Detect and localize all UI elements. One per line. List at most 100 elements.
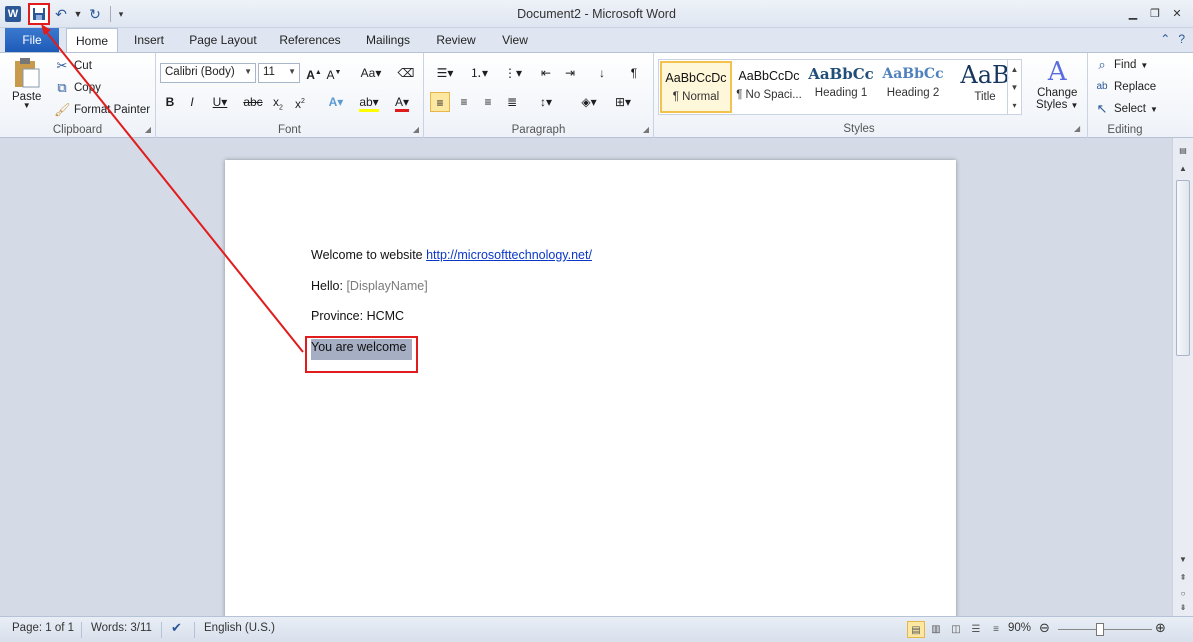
tab-view[interactable]: View xyxy=(494,28,536,52)
sort-button[interactable]: ↓ xyxy=(592,63,612,83)
proofing-icon[interactable]: ✔ xyxy=(171,620,182,636)
document-line-1[interactable]: Welcome to website http://microsofttechn… xyxy=(311,248,592,262)
zoom-level[interactable]: 90% xyxy=(1008,622,1031,634)
dialog-launcher-icon[interactable]: ◢ xyxy=(413,125,419,134)
paste-button[interactable]: Paste ▼ xyxy=(12,57,41,110)
browse-object-icon[interactable]: ○ xyxy=(1176,587,1190,601)
grow-font-button[interactable]: A▲ xyxy=(304,63,324,83)
display-name-field[interactable]: [DisplayName] xyxy=(346,279,427,293)
previous-page-icon[interactable]: ⇞ xyxy=(1176,571,1190,585)
text-effects-button[interactable]: A▾ xyxy=(322,92,350,112)
outline-icon: ☰ xyxy=(971,624,981,635)
line-spacing-button[interactable]: ↕▾ xyxy=(532,92,560,112)
more-styles-icon[interactable]: ▾ xyxy=(1012,101,1016,110)
tab-insert[interactable]: Insert xyxy=(126,28,172,52)
show-hide-marks-button[interactable]: ¶ xyxy=(624,63,644,83)
bullets-button[interactable]: ☰▾ xyxy=(430,63,460,83)
strikethrough-button[interactable]: abc xyxy=(242,92,264,112)
align-right-button[interactable]: ≡ xyxy=(478,92,498,112)
shrink-font-button[interactable]: A▼ xyxy=(324,63,344,83)
subscript-button[interactable]: x2 xyxy=(268,92,288,112)
zoom-slider-thumb[interactable] xyxy=(1096,623,1104,636)
style-heading-1[interactable]: AaBbCc Heading 1 xyxy=(805,61,877,113)
web-layout-button[interactable]: ◫ xyxy=(947,621,965,638)
chevron-up-icon[interactable]: ▲ xyxy=(1011,65,1019,74)
font-family-select[interactable]: Calibri (Body) ▼ xyxy=(160,63,256,83)
zoom-slider-track[interactable] xyxy=(1058,629,1152,630)
shading-button[interactable]: ◈▾ xyxy=(574,92,604,112)
font-size-select[interactable]: 11 ▼ xyxy=(258,63,300,83)
zoom-out-icon[interactable]: ⊖ xyxy=(1039,620,1050,636)
change-styles-button[interactable]: A Change Styles ▼ xyxy=(1036,57,1078,111)
cut-button[interactable]: ✂ Cut xyxy=(54,58,92,74)
print-layout-view-button[interactable]: ▤ xyxy=(907,621,925,638)
restore-button[interactable]: ❐ xyxy=(1147,5,1163,21)
style-no-spacing[interactable]: AaBbCcDc ¶ No Spaci... xyxy=(733,61,805,113)
align-center-button[interactable]: ≡ xyxy=(454,92,474,112)
draft-view-button[interactable]: ≡ xyxy=(987,621,1005,638)
bold-button[interactable]: B xyxy=(160,92,180,112)
increase-indent-button[interactable]: ⇥ xyxy=(560,63,580,83)
window-title: Document2 - Microsoft Word xyxy=(517,7,676,21)
find-button[interactable]: ⌕ Find ▼ xyxy=(1094,57,1148,73)
highlight-button[interactable]: ab▾ xyxy=(354,92,384,112)
style-normal[interactable]: AaBbCcDc ¶ Normal xyxy=(660,61,732,113)
word-count[interactable]: Words: 3/11 xyxy=(91,622,152,634)
decrease-indent-button[interactable]: ⇤ xyxy=(536,63,556,83)
document-page[interactable]: Welcome to website http://microsofttechn… xyxy=(225,160,956,616)
dialog-launcher-icon[interactable]: ◢ xyxy=(1074,124,1080,133)
outline-view-button[interactable]: ☰ xyxy=(967,621,985,638)
multilevel-list-button[interactable]: ⋮▾ xyxy=(498,63,528,83)
next-page-icon[interactable]: ⇟ xyxy=(1176,601,1190,615)
zoom-in-icon[interactable]: ⊕ xyxy=(1155,620,1166,636)
minimize-button[interactable]: ▁ xyxy=(1125,5,1141,21)
status-divider xyxy=(81,622,82,638)
select-button[interactable]: ↖ Select ▼ xyxy=(1094,101,1158,117)
align-left-button[interactable]: ≡ xyxy=(430,92,450,112)
document-workspace[interactable]: Welcome to website http://microsofttechn… xyxy=(0,138,1172,616)
underline-button[interactable]: U▾ xyxy=(206,92,234,112)
font-color-button[interactable]: A▾ xyxy=(388,92,416,112)
help-icon[interactable]: ? xyxy=(1178,32,1185,46)
tab-review[interactable]: Review xyxy=(430,28,482,52)
minimize-ribbon-icon[interactable]: ⌃ xyxy=(1160,32,1170,46)
annotation-highlight-box xyxy=(305,336,418,373)
tab-mailings[interactable]: Mailings xyxy=(358,28,418,52)
tab-references[interactable]: References xyxy=(274,28,346,52)
website-link[interactable]: http://microsofttechnology.net/ xyxy=(426,248,592,262)
draft-icon: ≡ xyxy=(993,624,999,635)
view-ruler-icon[interactable]: ▤ xyxy=(1176,144,1190,158)
styles-gallery-scroll[interactable]: ▲ ▼ ▾ xyxy=(1007,60,1021,114)
page-count[interactable]: Page: 1 of 1 xyxy=(12,622,74,634)
tab-file[interactable]: File xyxy=(5,28,59,52)
tab-page-layout[interactable]: Page Layout xyxy=(183,28,263,52)
borders-button[interactable]: ⊞▾ xyxy=(608,92,638,112)
format-painter-label: Format Painter xyxy=(74,104,151,116)
close-button[interactable]: ✕ xyxy=(1169,5,1185,21)
scroll-thumb[interactable] xyxy=(1176,180,1190,356)
dialog-launcher-icon[interactable]: ◢ xyxy=(145,125,151,134)
vertical-scrollbar[interactable]: ▤ ▲ ▼ ⇞ ○ ⇟ xyxy=(1172,138,1193,616)
document-line-2[interactable]: Hello: [DisplayName] xyxy=(311,279,428,293)
change-case-button[interactable]: Aa▾ xyxy=(356,63,386,83)
document-line-3[interactable]: Province: HCMC xyxy=(311,309,404,323)
ribbon-tabs: File Home Insert Page Layout References … xyxy=(0,28,1193,53)
copy-button[interactable]: ⧉ Copy xyxy=(54,80,101,96)
tab-home[interactable]: Home xyxy=(66,28,118,53)
scroll-up-icon[interactable]: ▲ xyxy=(1176,162,1190,176)
replace-button[interactable]: ab Replace xyxy=(1094,79,1156,95)
style-heading-2[interactable]: AaBbCc Heading 2 xyxy=(877,61,949,113)
chevron-down-icon[interactable]: ▼ xyxy=(1011,83,1019,92)
dialog-launcher-icon[interactable]: ◢ xyxy=(643,125,649,134)
chevron-down-icon: ▼ xyxy=(1149,104,1158,114)
format-painter-button[interactable]: 🖌 Format Painter xyxy=(54,102,150,118)
italic-button[interactable]: I xyxy=(182,92,202,112)
numbering-button[interactable]: ⒈▾ xyxy=(464,63,494,83)
justify-button[interactable]: ≣ xyxy=(502,92,522,112)
clear-formatting-button[interactable]: ⌫ xyxy=(396,63,416,83)
language[interactable]: English (U.S.) xyxy=(204,622,275,634)
full-screen-reading-button[interactable]: ▥ xyxy=(927,621,945,638)
scroll-down-icon[interactable]: ▼ xyxy=(1176,553,1190,567)
superscript-button[interactable]: x2 xyxy=(290,92,310,112)
editing-group: ⌕ Find ▼ ab Replace ↖ Select ▼ Editing xyxy=(1088,53,1162,138)
